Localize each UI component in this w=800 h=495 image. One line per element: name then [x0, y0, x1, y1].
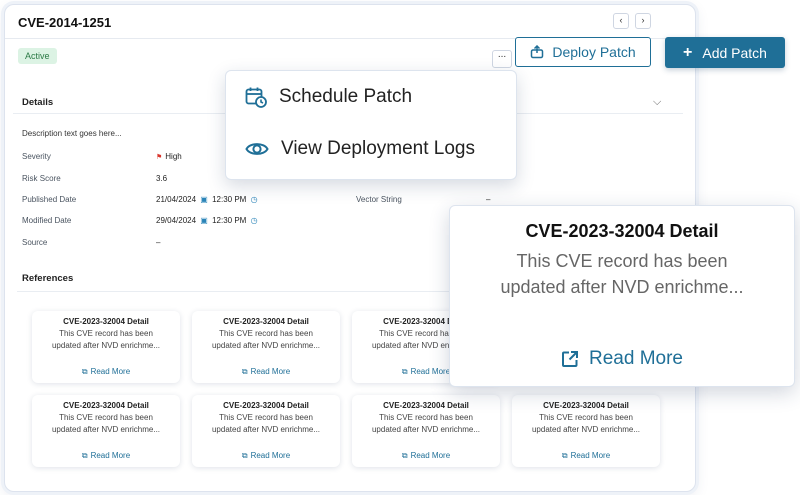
source-label: Source: [22, 238, 48, 247]
reference-description: This CVE record has been updated after NV…: [211, 413, 321, 434]
reference-description: This CVE record has been updated after NV…: [211, 329, 321, 350]
chevron-down-icon[interactable]: ⌵: [653, 96, 661, 109]
add-patch-button[interactable]: + Add Patch: [665, 37, 785, 68]
deploy-icon: [531, 45, 544, 59]
reference-card[interactable]: CVE-2023-32004 Detail This CVE record ha…: [32, 395, 180, 467]
published-date-label: Published Date: [22, 195, 77, 204]
menu-item-schedule-patch[interactable]: Schedule Patch: [245, 84, 412, 110]
external-link-icon: ⧉: [81, 451, 88, 460]
modified-date: 29/04/2024: [156, 216, 197, 225]
external-link-icon: ⧉: [81, 367, 88, 376]
popup-read-more-label: Read More: [589, 348, 683, 369]
menu-item-view-deployment-logs[interactable]: View Deployment Logs: [245, 136, 475, 162]
more-options-button[interactable]: ...: [492, 50, 512, 68]
modified-date-label: Modified Date: [22, 216, 72, 225]
calendar-clock-icon: [245, 87, 267, 108]
page-title: CVE-2014-1251: [18, 15, 112, 30]
modified-time: 12:30 PM: [212, 216, 247, 225]
external-link-icon: ⧉: [241, 451, 248, 460]
risk-score-label: Risk Score: [22, 174, 61, 183]
reference-description: This CVE record has been updated after NV…: [51, 413, 161, 434]
severity-value: ⚑ High: [156, 152, 182, 161]
actions-dropdown-menu: Schedule Patch View Deployment Logs: [225, 70, 517, 180]
external-link-icon: ⧉: [401, 451, 408, 460]
view-deployment-logs-label: View Deployment Logs: [281, 138, 475, 159]
reference-title: CVE-2023-32004 Detail: [63, 317, 149, 326]
calendar-icon: ▣: [200, 216, 208, 225]
flag-icon: ⚑: [156, 154, 163, 161]
reference-title: CVE-2023-32004 Detail: [223, 317, 309, 326]
reference-card[interactable]: CVE-2023-32004 Detail This CVE record ha…: [512, 395, 660, 467]
reference-description: This CVE record has been updated after NV…: [51, 329, 161, 350]
details-title: Details: [22, 97, 54, 108]
reference-card[interactable]: CVE-2023-32004 Detail This CVE record ha…: [192, 395, 340, 467]
popup-description: This CVE record has been updated after NV…: [500, 251, 744, 297]
published-date-value: 21/04/2024 ▣ 12:30 PM ◷: [156, 195, 260, 204]
read-more-link[interactable]: ⧉ Read More: [192, 451, 340, 461]
read-more-link[interactable]: ⧉ Read More: [32, 367, 180, 377]
reference-title: CVE-2023-32004 Detail: [63, 401, 149, 410]
read-more-link[interactable]: ⧉ Read More: [352, 451, 500, 461]
reference-description: This CVE record has been updated after NV…: [531, 413, 641, 434]
deploy-patch-button[interactable]: Deploy Patch: [515, 37, 651, 67]
clock-icon: ◷: [250, 195, 258, 204]
external-link-icon: [562, 351, 578, 367]
reference-card[interactable]: CVE-2023-32004 Detail This CVE record ha…: [352, 395, 500, 467]
deploy-patch-label: Deploy Patch: [552, 44, 636, 60]
calendar-icon: ▣: [200, 195, 208, 204]
external-link-icon: ⧉: [241, 367, 248, 376]
plus-icon: +: [683, 43, 693, 61]
popup-title: CVE-2023-32004 Detail: [525, 221, 719, 241]
eye-icon: [245, 143, 269, 155]
published-date: 21/04/2024: [156, 195, 197, 204]
risk-score-value: 3.6: [156, 174, 168, 183]
severity-text: High: [165, 152, 182, 161]
vector-string-label: Vector String: [356, 195, 402, 204]
prev-button[interactable]: ‹: [613, 13, 629, 29]
clock-icon: ◷: [250, 216, 258, 225]
references-title: References: [22, 273, 74, 284]
vector-string-value: –: [486, 195, 491, 204]
external-link-icon: ⧉: [401, 367, 408, 376]
reference-title: CVE-2023-32004 Detail: [543, 401, 629, 410]
read-more-link[interactable]: ⧉ Read More: [32, 451, 180, 461]
reference-title: CVE-2023-32004 Detail: [223, 401, 309, 410]
read-more-link[interactable]: ⧉ Read More: [192, 367, 340, 377]
reference-detail-popup: CVE-2023-32004 Detail This CVE record ha…: [449, 205, 795, 387]
published-time: 12:30 PM: [212, 195, 247, 204]
add-patch-label: Add Patch: [702, 44, 767, 61]
external-link-icon: ⧉: [561, 451, 568, 460]
reference-card[interactable]: CVE-2023-32004 Detail This CVE record ha…: [32, 311, 180, 383]
popup-read-more-link[interactable]: Read More: [450, 348, 794, 370]
description-text: Description text goes here...: [22, 129, 122, 138]
source-value: –: [156, 238, 161, 247]
reference-title: CVE-2023-32004 Detail: [383, 401, 469, 410]
modified-date-value: 29/04/2024 ▣ 12:30 PM ◷: [156, 216, 260, 225]
next-button[interactable]: ›: [635, 13, 651, 29]
reference-description: This CVE record has been updated after NV…: [371, 413, 481, 434]
reference-card[interactable]: CVE-2023-32004 Detail This CVE record ha…: [192, 311, 340, 383]
read-more-link[interactable]: ⧉ Read More: [512, 451, 660, 461]
severity-label: Severity: [22, 152, 51, 161]
schedule-patch-label: Schedule Patch: [279, 86, 413, 107]
status-badge: Active: [18, 48, 57, 64]
